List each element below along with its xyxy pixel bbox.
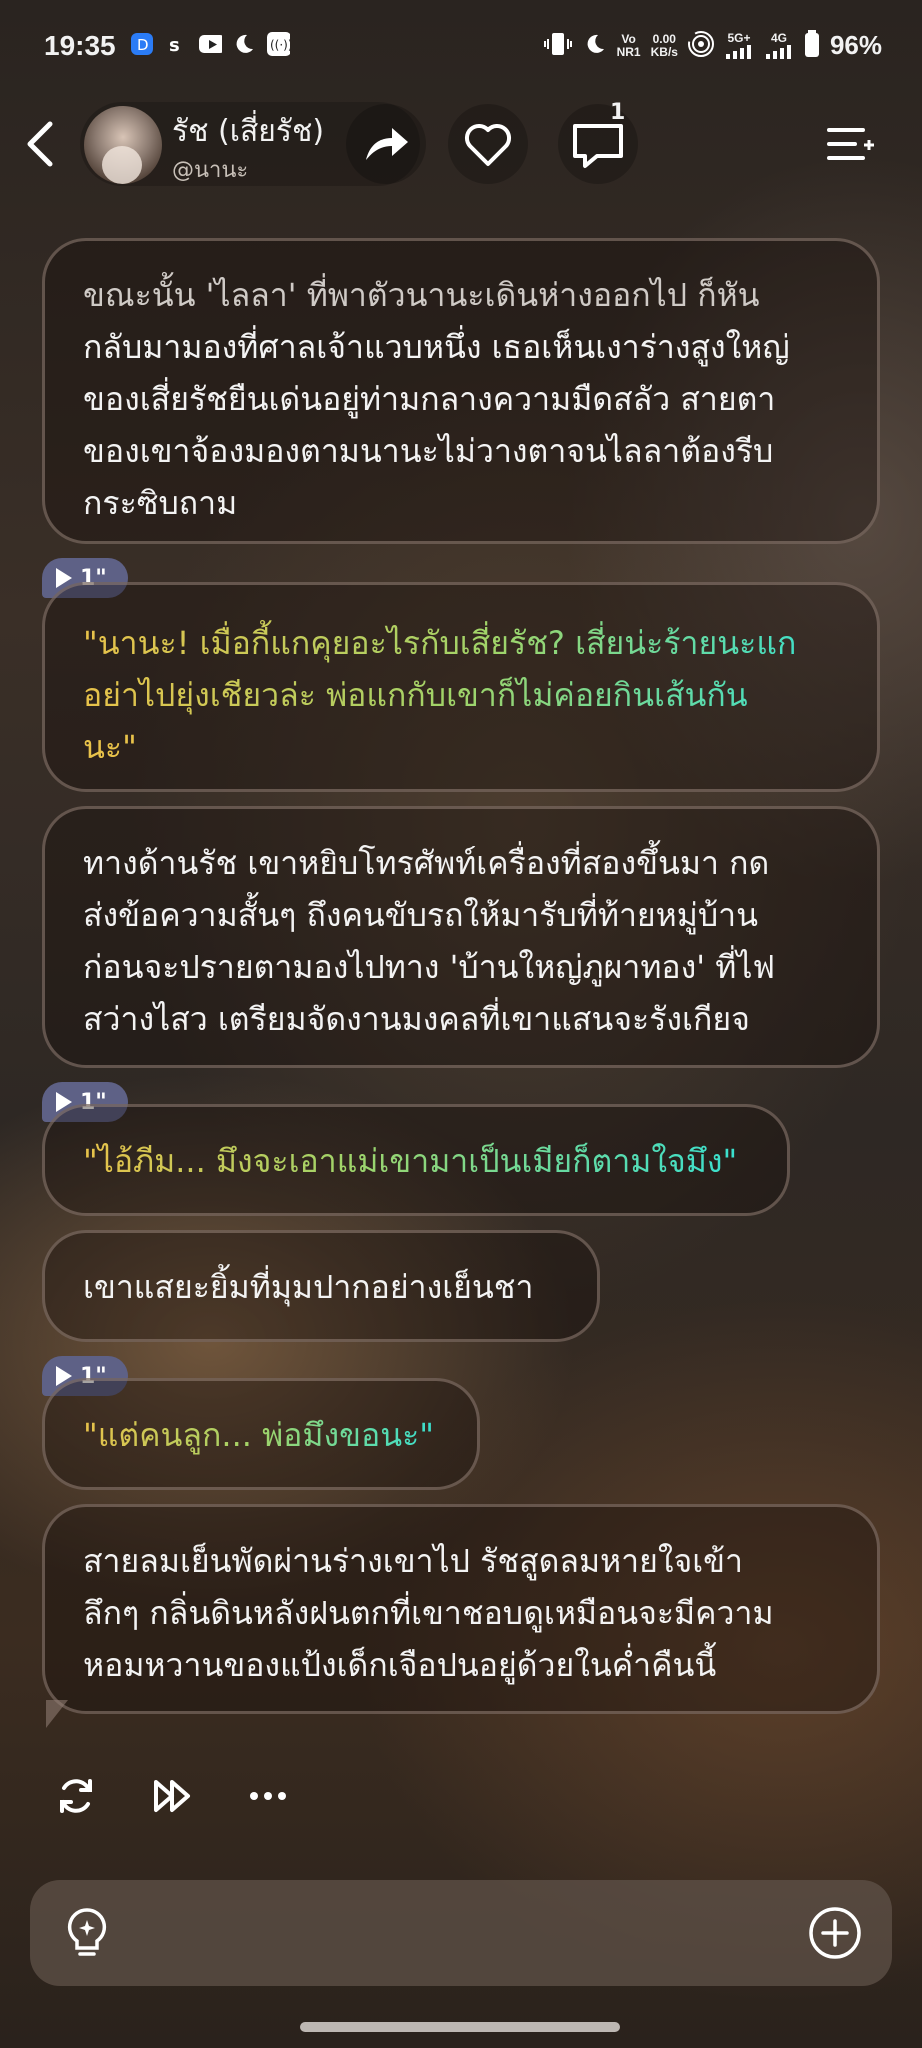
like-button[interactable] <box>448 104 528 184</box>
list-menu-icon <box>827 128 874 160</box>
status-notification-icons: D s ((·)) <box>130 32 290 56</box>
volte-label: Vo NR1 <box>616 31 641 59</box>
share-button[interactable] <box>346 104 426 184</box>
message-line: กระซิบถาม <box>83 484 238 522</box>
message-line: ของเขาจ้องมองตามนานะไม่วางตาจนไลลาต้องรี… <box>83 432 774 470</box>
narration-bubble: สายลมเย็นพัดผ่านร่างเขาไป รัชสูดลมหายใจเ… <box>42 1504 880 1714</box>
regenerate-button[interactable] <box>56 1776 96 1816</box>
more-dots-icon <box>250 1792 286 1800</box>
battery-level: 96% <box>829 30 882 60</box>
message-line: "ไอ้ภีม... มึงจะเอาแม่เขามาเป็นเมียก็ตาม… <box>83 1135 749 1187</box>
dialogue-bubble: "ไอ้ภีม... มึงจะเอาแม่เขามาเป็นเมียก็ตาม… <box>42 1104 790 1216</box>
message-line: ลึกๆ กลิ่นดินหลังฝนตกที่เขาชอบดูเหมือนจะ… <box>83 1594 774 1632</box>
message-line: หอมหวานของแป้งเด็กเจือปนอยู่ด้วยในค่ำคืน… <box>83 1646 717 1684</box>
dialogue-bubble: "แต่คนลูก... พ่อมึงขอนะ" <box>42 1378 480 1490</box>
plus-circle-icon <box>809 1907 861 1959</box>
speed-unit: KB/s <box>650 44 678 59</box>
refresh-icon <box>60 1779 92 1813</box>
message-line: สว่างไสว เตรียมจัดงานมงคลที่เขาแสนจะรังเ… <box>83 1000 750 1038</box>
add-button[interactable] <box>808 1906 862 1964</box>
vibrate-icon <box>543 31 573 60</box>
comment-count: 1 <box>610 100 626 125</box>
message-line: สายลมเย็นพัดผ่านร่างเขาไป รัชสูดลมหายใจเ… <box>83 1542 744 1580</box>
signal-5g: 5G+ <box>724 32 754 59</box>
network-speed: 0.00 KB/s <box>650 31 678 59</box>
signal-4g: 4G <box>764 32 794 59</box>
message-actions <box>56 1776 288 1816</box>
message-line: ก่อนจะปรายตามองไปทาง 'บ้านใหญ่ภูผาทอง' ท… <box>83 948 776 986</box>
s-app-icon: s <box>164 32 188 56</box>
youtube-icon <box>198 32 222 56</box>
dnd-moon-icon <box>583 32 607 59</box>
svg-text:s: s <box>169 35 180 56</box>
battery-icon <box>804 30 820 61</box>
message-line: ขณะนั้น 'ไลลา' ที่พาตัวนานะเดินห่างออกไป… <box>83 276 760 314</box>
volte-top: Vo <box>621 31 636 46</box>
share-arrow-icon <box>366 128 408 160</box>
message-line: "แต่คนลูก... พ่อมึงขอนะ" <box>83 1409 439 1461</box>
message-line: อย่าไปยุ่งเชียวล่ะ พ่อแกกับเขาก็ไม่ค่อยก… <box>83 669 839 721</box>
character-handle: @นานะ <box>172 158 249 183</box>
menu-button[interactable] <box>810 104 890 184</box>
message-line: ทางด้านรัช เขาหยิบโทรศัพท์เครื่องที่สองข… <box>83 844 770 882</box>
narration-bubble: ขณะนั้น 'ไลลา' ที่พาตัวนานะเดินห่างออกไป… <box>42 238 880 544</box>
svg-text:D: D <box>137 36 149 54</box>
comment-icon <box>573 124 623 168</box>
chat-header: รัช (เสี่ยรัช) @นานะ 1 <box>0 96 922 192</box>
message-line: นะ" <box>83 728 137 766</box>
signal-bars-icon <box>725 45 751 59</box>
message-line: ส่งข้อความสั้นๆ ถึงคนขับรถให้มารับที่ท้า… <box>83 896 759 934</box>
app-notification-icon: D <box>130 32 154 56</box>
moon-icon <box>232 32 256 56</box>
bubble-tail <box>46 1700 68 1728</box>
message-line: เขาแสยะยิ้มที่มุมปากอย่างเย็นชา <box>83 1268 534 1306</box>
volte-bottom: NR1 <box>616 44 641 59</box>
svg-text:((·)): ((·)) <box>270 38 290 52</box>
hotspot-icon <box>687 31 714 60</box>
more-button[interactable] <box>248 1776 288 1816</box>
character-name[interactable]: รัช (เสี่ยรัช) <box>172 108 324 155</box>
avatar[interactable] <box>84 106 162 184</box>
signal-bars-icon-2 <box>765 45 791 59</box>
message-input-bar[interactable] <box>30 1880 892 1986</box>
narration-bubble: เขาแสยะยิ้มที่มุมปากอย่างเย็นชา <box>42 1230 600 1342</box>
status-right-icons: Vo NR1 0.00 KB/s 5G+ 4G 96% <box>543 30 882 61</box>
message-line: กลับมามองที่ศาลเจ้าแวบหนึ่ง เธอเห็นเงาร่… <box>83 328 790 366</box>
dialogue-bubble: "นานะ! เมื่อกี้แกคุยอะไรกับเสี่ยรัช? เสี… <box>42 582 880 792</box>
nfc-icon: ((·)) <box>266 32 290 56</box>
back-button[interactable] <box>20 118 60 170</box>
continue-button[interactable] <box>152 1776 192 1816</box>
message-line: ของเสี่ยรัชยืนเด่นอยู่ท่ามกลางความมืดสลั… <box>83 380 776 418</box>
comment-button[interactable] <box>558 104 638 184</box>
narration-bubble: ทางด้านรัช เขาหยิบโทรศัพท์เครื่องที่สองข… <box>42 806 880 1068</box>
chevron-left-icon <box>27 121 53 167</box>
home-indicator[interactable] <box>300 2022 620 2032</box>
heart-icon <box>464 123 512 166</box>
lightbulb-icon <box>67 1908 107 1956</box>
signal-4g-label: 4G <box>770 31 787 45</box>
message-line: "นานะ! เมื่อกี้แกคุยอะไรกับเสี่ยรัช? เสี… <box>83 617 839 669</box>
hint-button[interactable] <box>64 1906 110 1964</box>
signal-5g-label: 5G+ <box>727 31 751 45</box>
status-bar: 19:35 D s ((·)) Vo NR1 0.00 KB/s <box>0 0 922 96</box>
fast-forward-icon <box>154 1780 190 1812</box>
status-time: 19:35 <box>44 30 116 61</box>
speed-value: 0.00 <box>652 31 676 46</box>
